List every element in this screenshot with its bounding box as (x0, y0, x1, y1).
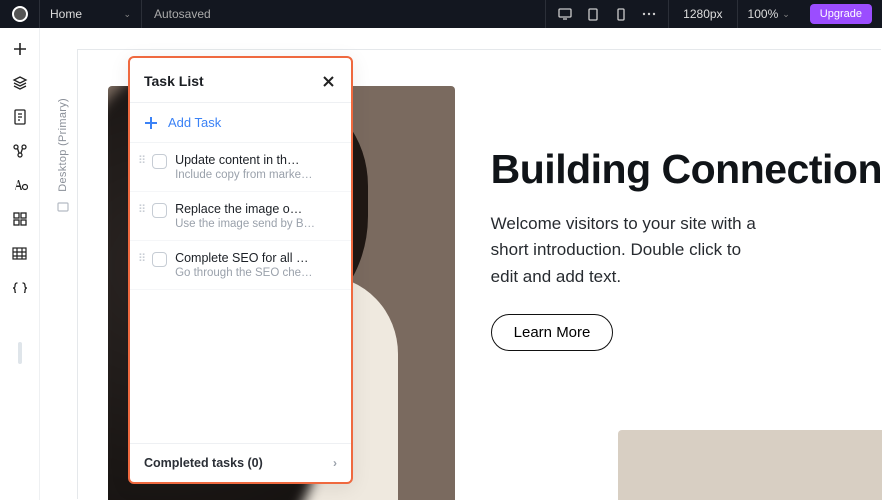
chevron-down-icon: ⌄ (123, 9, 131, 20)
close-icon[interactable] (319, 72, 337, 90)
chevron-down-icon: ⌄ (782, 9, 790, 20)
drag-handle-icon[interactable]: ⠿ (138, 202, 144, 215)
grid-icon[interactable] (11, 244, 29, 262)
page-selector-label: Home (50, 7, 82, 21)
page-selector[interactable]: Home ⌄ (40, 0, 142, 28)
viewport-width[interactable]: 1280px (668, 0, 736, 28)
topbar: Home ⌄ Autosaved 1280px 100% ⌄ Upgrade (0, 0, 882, 28)
tablet-icon[interactable] (586, 7, 600, 21)
learn-more-button[interactable]: Learn More (491, 314, 614, 351)
task-item[interactable]: ⠿ Complete SEO for all … Go through the … (130, 241, 351, 290)
code-icon[interactable] (11, 278, 29, 296)
mobile-icon[interactable] (614, 7, 628, 21)
app-logo[interactable] (0, 0, 40, 28)
cms-icon[interactable] (11, 142, 29, 160)
drag-handle-icon[interactable]: ⠿ (138, 251, 144, 264)
add-element-icon[interactable] (11, 40, 29, 58)
task-list-panel: Task List Add Task ⠿ Update content in t… (128, 56, 353, 484)
add-task-button[interactable]: Add Task (130, 103, 351, 143)
completed-tasks-toggle[interactable]: Completed tasks (0) › (130, 443, 351, 482)
task-checkbox[interactable] (152, 252, 167, 267)
task-desc: Use the image send by B… (175, 218, 339, 230)
task-list-title: Task List (144, 73, 204, 89)
task-list-body: ⠿ Update content in th… Include copy fro… (130, 143, 351, 443)
device-switcher (545, 0, 668, 28)
task-item[interactable]: ⠿ Update content in th… Include copy fro… (130, 143, 351, 192)
more-devices-icon[interactable] (642, 7, 656, 21)
task-desc: Include copy from marke… (175, 169, 339, 181)
typography-icon[interactable] (11, 176, 29, 194)
task-title: Complete SEO for all … (175, 251, 339, 265)
drag-handle-icon[interactable]: ⠿ (138, 153, 144, 166)
task-title: Replace the image o… (175, 202, 339, 216)
page-icon (57, 200, 69, 212)
desktop-icon[interactable] (558, 7, 572, 21)
pages-icon[interactable] (11, 108, 29, 126)
task-checkbox[interactable] (152, 154, 167, 169)
secondary-image[interactable] (618, 430, 882, 500)
autosave-status: Autosaved (142, 7, 223, 21)
hero-paragraph[interactable]: Welcome visitors to your site with a sho… (491, 211, 771, 290)
task-item[interactable]: ⠿ Replace the image o… Use the image sen… (130, 192, 351, 241)
plus-icon (144, 116, 158, 130)
left-toolbar (0, 28, 40, 500)
chevron-right-icon: › (333, 456, 337, 470)
toolbar-separator (18, 342, 22, 364)
task-desc: Go through the SEO che… (175, 267, 339, 279)
upgrade-button[interactable]: Upgrade (810, 4, 872, 24)
layers-icon[interactable] (11, 74, 29, 92)
task-checkbox[interactable] (152, 203, 167, 218)
task-list-header: Task List (130, 58, 351, 103)
breakpoint-label: Desktop (Primary) (48, 28, 78, 500)
apps-icon[interactable] (11, 210, 29, 228)
zoom-selector[interactable]: 100% ⌄ (737, 0, 800, 28)
task-title: Update content in th… (175, 153, 339, 167)
logo-icon (12, 6, 28, 22)
hero-heading[interactable]: Building Connection (491, 146, 882, 193)
